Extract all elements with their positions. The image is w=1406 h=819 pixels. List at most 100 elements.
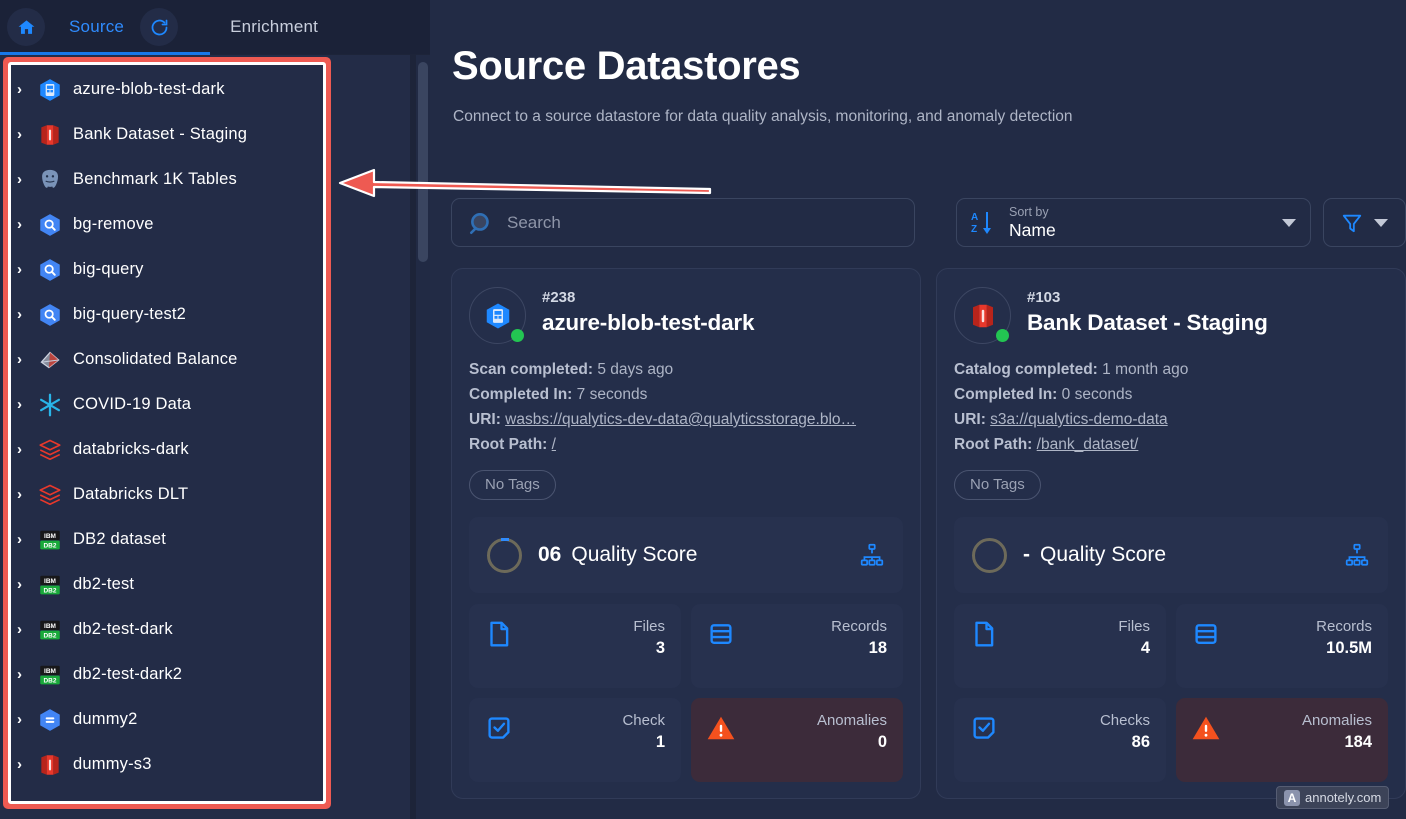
meta-link[interactable]: s3a://qualytics-demo-data	[990, 411, 1167, 428]
chevron-right-icon[interactable]: ›	[17, 532, 37, 547]
metric-label: Anomalies	[816, 712, 887, 729]
sidebar-item-covid-19-data[interactable]: › COVID-19 Data	[0, 382, 410, 427]
sidebar-item-benchmark-1k-tables[interactable]: › Benchmark 1K Tables	[0, 157, 410, 202]
sidebar-item-db2-dataset[interactable]: › IBM DB2 DB2 dataset	[0, 517, 410, 562]
file-icon	[968, 618, 1000, 650]
apache-spark-icon	[37, 347, 63, 373]
sidebar-scrollbar-track[interactable]	[416, 55, 430, 819]
snowflake-icon	[37, 392, 63, 418]
metric-checks[interactable]: Checks 86	[954, 698, 1166, 782]
sidebar-item-consolidated-balance[interactable]: › Consolidated Balance	[0, 337, 410, 382]
sidebar-item-bg-remove[interactable]: › bg-remove	[0, 202, 410, 247]
svg-text:DB2: DB2	[43, 632, 56, 639]
metric-label: Files	[1118, 618, 1150, 635]
hierarchy-icon[interactable]	[1344, 542, 1370, 568]
datastore-sidebar[interactable]: › azure-blob-test-dark › Bank Dataset - Sta…	[0, 55, 410, 819]
datastore-card[interactable]: #238 azure-blob-test-dark Scan completed: …	[451, 268, 921, 799]
chevron-right-icon[interactable]: ›	[17, 262, 37, 277]
meta-link[interactable]: wasbs://qualytics-dev-data@qualyticsstor…	[505, 411, 856, 428]
meta-row: Scan completed: 5 days ago	[469, 357, 903, 382]
tags-pill[interactable]: No Tags	[469, 470, 556, 500]
meta-link[interactable]: /	[552, 436, 556, 453]
datastore-list: › azure-blob-test-dark › Bank Dataset - Sta…	[0, 55, 410, 787]
file-icon	[483, 618, 515, 650]
meta-value: 0 seconds	[1061, 386, 1133, 403]
metric-files[interactable]: Files 4	[954, 604, 1166, 688]
chevron-right-icon[interactable]: ›	[17, 622, 37, 637]
meta-link[interactable]: /bank_dataset/	[1037, 436, 1139, 453]
svg-text:DB2: DB2	[43, 677, 56, 684]
sidebar-item-label: big-query-test2	[73, 305, 187, 323]
sidebar-item-big-query[interactable]: › big-query	[0, 247, 410, 292]
metric-check[interactable]: Check 1	[469, 698, 681, 782]
databricks-icon	[37, 482, 63, 508]
sidebar-item-dummy-s3[interactable]: › dummy-s3	[0, 742, 410, 787]
chevron-right-icon[interactable]: ›	[17, 217, 37, 232]
sidebar-item-databricks-dlt[interactable]: › Databricks DLT	[0, 472, 410, 517]
chevron-right-icon[interactable]: ›	[17, 172, 37, 187]
metric-records[interactable]: Records 18	[691, 604, 903, 688]
chevron-right-icon[interactable]: ›	[17, 442, 37, 457]
metric-files[interactable]: Files 3	[469, 604, 681, 688]
hierarchy-icon[interactable]	[859, 542, 885, 568]
filter-chevron-down-icon[interactable]	[1374, 218, 1388, 227]
tab-enrichment[interactable]: Enrichment	[230, 17, 318, 37]
chevron-right-icon[interactable]: ›	[17, 757, 37, 772]
chevron-right-icon[interactable]: ›	[17, 712, 37, 727]
home-button[interactable]	[7, 8, 45, 46]
sidebar-item-db2-test-dark[interactable]: › IBM DB2 db2-test-dark	[0, 607, 410, 652]
card-id: #238	[542, 289, 576, 306]
filter-button[interactable]	[1323, 198, 1406, 247]
sidebar-item-azure-blob-test-dark[interactable]: › azure-blob-test-dark	[0, 67, 410, 112]
sidebar-item-label: db2-test-dark	[73, 620, 173, 638]
sidebar-scrollbar-thumb[interactable]	[418, 62, 428, 262]
metric-records[interactable]: Records 10.5M	[1176, 604, 1388, 688]
sort-by-select[interactable]: A Z Sort by Name	[956, 198, 1311, 247]
refresh-button[interactable]	[140, 8, 179, 46]
quality-score-value: -	[1023, 543, 1030, 566]
sidebar-item-db2-test[interactable]: › IBM DB2 db2-test	[0, 562, 410, 607]
chevron-down-icon[interactable]	[1282, 218, 1296, 227]
metric-anomalies[interactable]: Anomalies 0	[691, 698, 903, 782]
metric-text: Files 4	[1118, 618, 1150, 658]
bigquery-icon	[37, 257, 63, 283]
tags-pill[interactable]: No Tags	[954, 470, 1041, 500]
quality-score-panel[interactable]: - Quality Score	[954, 517, 1388, 593]
app-root: Source Enrichment › azure-blob-test-dark ›…	[0, 0, 1406, 819]
sidebar-item-big-query-test2[interactable]: › big-query-test2	[0, 292, 410, 337]
sidebar-item-label: Bank Dataset - Staging	[73, 125, 248, 143]
warning-icon	[705, 712, 737, 744]
card-title: Bank Dataset - Staging	[1027, 310, 1268, 335]
sidebar-item-databricks-dark[interactable]: › databricks-dark	[0, 427, 410, 472]
meta-key: URI:	[469, 411, 501, 428]
metric-label: Files	[633, 618, 665, 635]
chevron-right-icon[interactable]: ›	[17, 127, 37, 142]
sidebar-item-dummy2[interactable]: › dummy2	[0, 697, 410, 742]
metric-text: Anomalies 184	[1302, 712, 1372, 752]
page-title: Source Datastores	[452, 44, 801, 88]
chevron-right-icon[interactable]: ›	[17, 352, 37, 367]
chevron-right-icon[interactable]: ›	[17, 487, 37, 502]
meta-key: URI:	[954, 411, 986, 428]
sidebar-item-db2-test-dark2[interactable]: › IBM DB2 db2-test-dark2	[0, 652, 410, 697]
svg-text:IBM: IBM	[44, 532, 56, 539]
metric-text: Anomalies 0	[817, 712, 887, 752]
sidebar-item-label: big-query	[73, 260, 144, 278]
metric-value: 86	[1131, 733, 1150, 751]
quality-score-panel[interactable]: 06 Quality Score	[469, 517, 903, 593]
sidebar-item-label: azure-blob-test-dark	[73, 80, 225, 98]
datastore-card[interactable]: #103 Bank Dataset - Staging Catalog comple…	[936, 268, 1406, 799]
chevron-right-icon[interactable]: ›	[17, 82, 37, 97]
metric-anomalies[interactable]: Anomalies 184	[1176, 698, 1388, 782]
chevron-right-icon[interactable]: ›	[17, 397, 37, 412]
sidebar-item-bank-dataset-staging[interactable]: › Bank Dataset - Staging	[0, 112, 410, 157]
chevron-right-icon[interactable]: ›	[17, 577, 37, 592]
sort-az-icon: A Z	[971, 211, 991, 235]
chevron-right-icon[interactable]: ›	[17, 307, 37, 322]
tab-source[interactable]: Source	[69, 17, 124, 37]
svg-text:Z: Z	[971, 224, 977, 235]
search-input[interactable]: Search	[507, 213, 561, 233]
search-box[interactable]: Search	[451, 198, 915, 247]
watermark-text: annotely.com	[1305, 790, 1382, 805]
chevron-right-icon[interactable]: ›	[17, 667, 37, 682]
